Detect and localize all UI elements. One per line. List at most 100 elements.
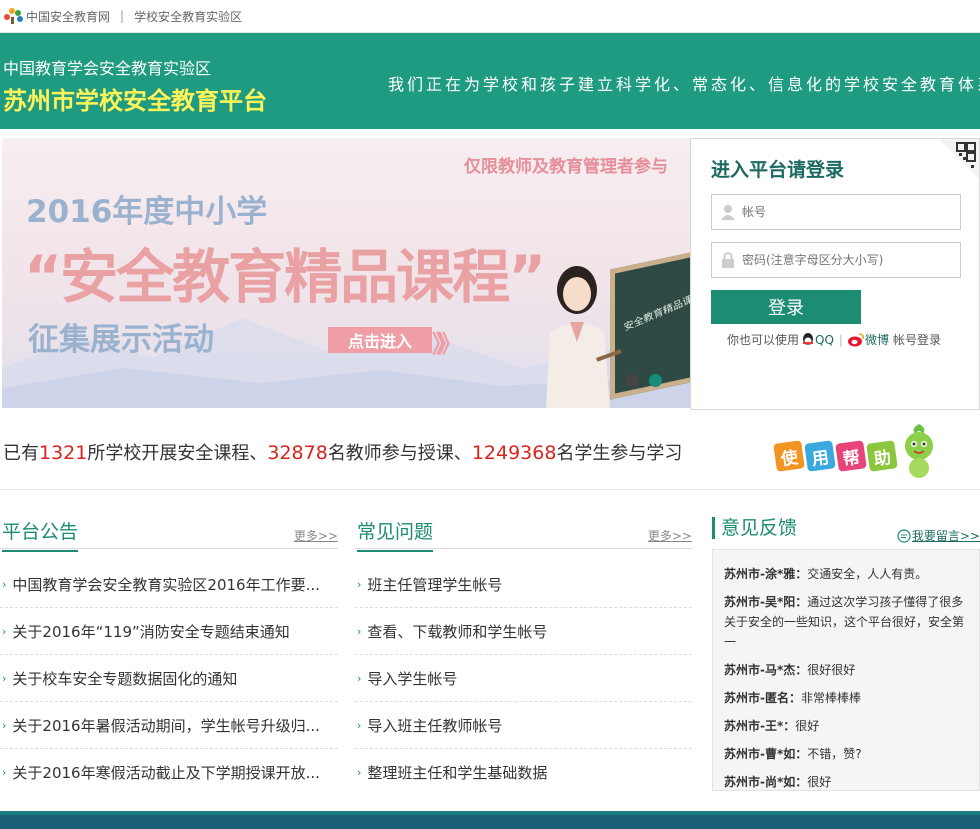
header-org: 中国教育学会安全教育实验区 <box>3 59 212 78</box>
feedback-text: 交通安全，人人有责。 <box>807 567 928 581</box>
weibo-icon <box>847 332 864 346</box>
stats-text-4: 名学生参与学习 <box>556 443 683 464</box>
stats-text-1: 已有 <box>3 443 39 464</box>
list-item-label: 关于校车安全专题数据固化的通知 <box>12 669 238 688</box>
stats-bar: 已有1321所学校开展安全课程、32878名教师参与授课、1249368名学生参… <box>0 410 980 490</box>
feedback-section: 意见反馈 我要留言>> 苏州市-涂*雅：交通安全，人人有责。 苏州市-吴*阳：通… <box>712 515 980 791</box>
password-input[interactable] <box>742 253 960 267</box>
help-button[interactable]: 使 用 帮 助 <box>773 422 945 482</box>
list-item[interactable]: › 导入学生帐号 <box>355 655 692 702</box>
help-tile-1: 使 <box>773 440 805 472</box>
promo-banner[interactable]: 仅限教师及教育管理者参与 2016年度中小学 “安全教育精品课程” 征集展示活动… <box>2 138 690 408</box>
help-tile-2: 用 <box>804 440 836 472</box>
banner-arrows-icon: 》》 <box>432 330 462 358</box>
banner-enter-button[interactable]: 点击进入 <box>328 327 432 353</box>
alt-login-suffix: 帐号登录 <box>892 333 941 347</box>
mascot-icon <box>905 424 933 478</box>
comment-icon <box>897 528 911 543</box>
topbar-separator: | <box>120 9 125 23</box>
faq-list: › 班主任管理学生帐号 › 查看、下载教师和学生帐号 › 导入学生帐号 › 导入班主任教… <box>355 561 692 796</box>
banner-dot-2[interactable] <box>649 374 662 387</box>
tree-logo-icon <box>4 8 24 24</box>
header: 中国教育学会安全教育实验区 苏州市学校安全教育平台 我们正在为学校和孩子建立科学… <box>0 33 980 129</box>
feedback-text: 非常棒棒棒 <box>800 691 861 705</box>
alt-login-prefix: 你也可以使用 <box>727 333 800 347</box>
feedback-item: 苏州市-曹*如：不错，赞? <box>724 744 969 764</box>
faq-title: 常见问题 <box>357 517 434 552</box>
banner-event-line: 征集展示活动 <box>28 322 214 358</box>
leave-message-label: 我要留言>> <box>911 529 980 543</box>
qq-label: QQ <box>815 332 834 347</box>
announcements-more-link[interactable]: 更多>> <box>294 527 338 544</box>
site-link-china-safety[interactable]: 中国安全教育网 <box>26 8 110 25</box>
feedback-user: 苏州市-王*： <box>724 719 796 733</box>
list-item[interactable]: › 关于2016年“119”消防安全专题结束通知 <box>0 608 338 655</box>
user-icon <box>721 205 735 220</box>
lock-icon <box>722 252 734 268</box>
announcements-list: › 中国教育学会安全教育实验区2016年工作要... › 关于2016年“119”消… <box>0 561 338 796</box>
header-slogan: 我们正在为学校和孩子建立科学化、常态化、信息化的学校安全教育体系 <box>388 75 980 94</box>
list-item[interactable]: › 班主任管理学生帐号 <box>355 561 692 608</box>
account-input[interactable] <box>742 205 960 219</box>
login-button[interactable]: 登录 <box>711 290 861 324</box>
feedback-user: 苏州市-曹*如： <box>724 747 808 761</box>
list-item[interactable]: › 整理班主任和学生基础数据 <box>355 749 692 796</box>
chevron-right-icon: › <box>2 766 7 779</box>
list-item-label: 关于2016年寒假活动截止及下学期授课开放... <box>12 764 320 782</box>
chevron-right-icon: › <box>2 624 7 638</box>
feedback-item: 苏州市-马*杰：很好很好 <box>724 660 969 680</box>
list-item[interactable]: › 中国教育学会安全教育实验区2016年工作要... <box>0 561 338 608</box>
qq-login-link[interactable]: QQ <box>801 332 834 347</box>
banner-dot-1[interactable] <box>626 374 639 387</box>
list-item[interactable]: › 关于2016年寒假活动截止及下学期授课开放... <box>0 749 338 796</box>
feedback-user: 苏州市-吴*阳： <box>724 595 808 609</box>
page-title: 苏州市学校安全教育平台 <box>3 87 267 115</box>
banner-limit-note: 仅限教师及教育管理者参与 <box>464 157 668 177</box>
chevron-right-icon: › <box>2 671 7 685</box>
alt-login-separator: | <box>838 332 843 347</box>
chevron-right-icon: › <box>357 624 362 638</box>
chevron-right-icon: › <box>2 718 7 732</box>
qr-code-icon[interactable] <box>939 139 979 179</box>
faq-section: 常见问题 更多>> › 班主任管理学生帐号 › 查看、下载教师和学生帐号 › 导入学生… <box>355 515 692 796</box>
list-item-label: 整理班主任和学生基础数据 <box>367 764 548 782</box>
faq-header: 常见问题 更多>> <box>355 515 692 552</box>
list-item-label: 查看、下载教师和学生帐号 <box>367 622 548 641</box>
stats-teacher-count: 32878 <box>267 442 328 464</box>
site-link-experiment-zone[interactable]: 学校安全教育实验区 <box>134 8 242 25</box>
list-item-label: 中国教育学会安全教育实验区2016年工作要... <box>12 575 320 594</box>
faq-more-link[interactable]: 更多>> <box>648 527 692 544</box>
feedback-user: 苏州市-尚*如： <box>724 775 808 789</box>
chevron-right-icon: › <box>357 718 362 732</box>
list-item[interactable]: › 查看、下载教师和学生帐号 <box>355 608 692 655</box>
feedback-item: 苏州市-王*：很好 <box>724 716 969 736</box>
teacher-illustration <box>546 266 622 408</box>
announcements-header: 平台公告 更多>> <box>0 515 338 552</box>
footer-bar <box>0 811 980 829</box>
list-item[interactable]: › 导入班主任教师帐号 <box>355 702 692 749</box>
login-title: 进入平台请登录 <box>711 159 845 181</box>
help-tile-4: 助 <box>866 440 898 472</box>
chevron-right-icon: › <box>357 671 362 685</box>
feedback-list[interactable]: 苏州市-涂*雅：交通安全，人人有责。 苏州市-吴*阳：通过这次学习孩子懂得了很多… <box>712 549 980 791</box>
password-field[interactable] <box>711 242 961 278</box>
feedback-title: 意见反馈 <box>712 517 797 539</box>
weibo-login-link[interactable]: 微博 <box>847 331 889 348</box>
banner-year-line: 2016年度中小学 <box>26 194 268 230</box>
leave-message-link[interactable]: 我要留言>> <box>897 527 980 544</box>
chevron-right-icon: › <box>357 577 362 591</box>
feedback-text: 不错，赞? <box>807 747 862 761</box>
feedback-user: 苏州市-马*杰： <box>724 663 808 677</box>
feedback-item: 苏州市-吴*阳：通过这次学习孩子懂得了很多关于安全的一些知识，这个平台很好，安全… <box>724 592 969 652</box>
qq-penguin-icon <box>803 332 814 345</box>
feedback-item: 苏州市-尚*如：很好 <box>724 772 969 790</box>
list-item-label: 导入学生帐号 <box>367 669 458 688</box>
feedback-text: 很好很好 <box>807 663 856 677</box>
list-item[interactable]: › 关于校车安全专题数据固化的通知 <box>0 655 338 702</box>
list-item[interactable]: › 关于2016年暑假活动期间，学生帐号升级归... <box>0 702 338 749</box>
chevron-right-icon: › <box>2 577 7 591</box>
banner-pager <box>626 374 662 387</box>
feedback-text: 很好 <box>807 775 832 789</box>
stats-line: 已有1321所学校开展安全课程、32878名教师参与授课、1249368名学生参… <box>3 439 682 465</box>
account-field[interactable] <box>711 194 961 230</box>
